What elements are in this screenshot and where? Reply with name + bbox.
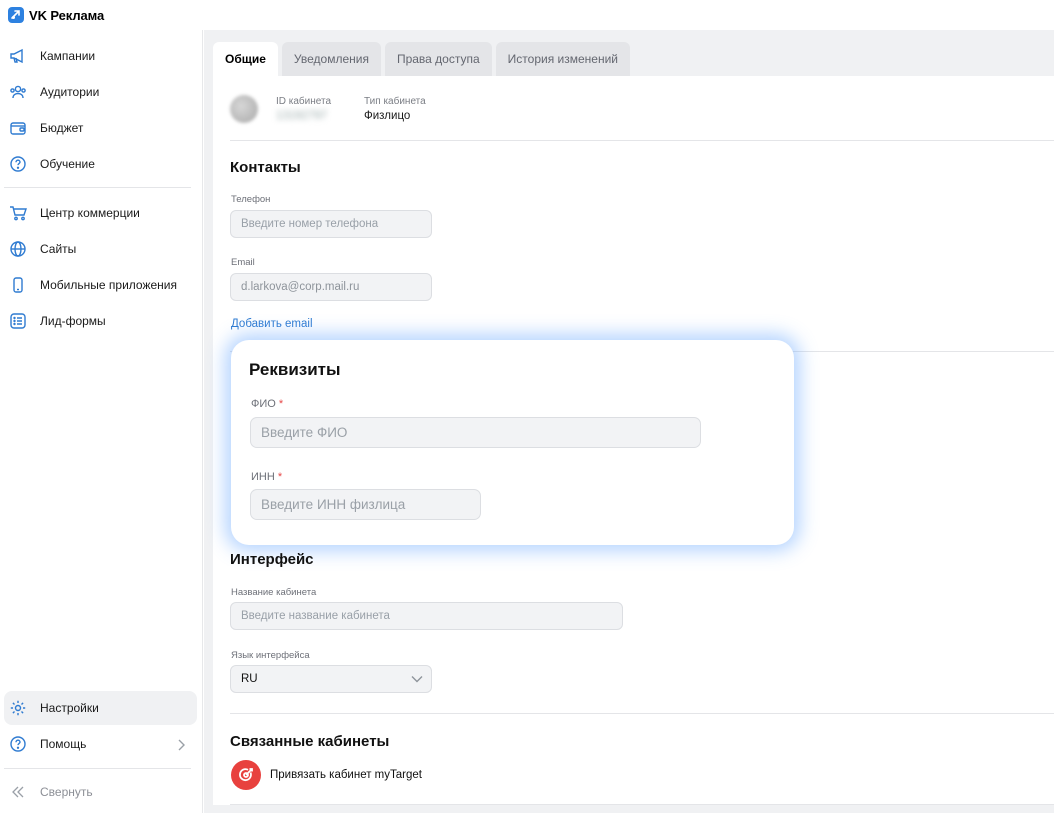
mytarget-icon [231, 760, 261, 790]
sidebar-item-label: Обучение [40, 157, 95, 171]
tab-general[interactable]: Общие [213, 42, 278, 76]
sidebar-item-learning[interactable]: Обучение [4, 147, 197, 181]
sidebar-item-label: Лид-формы [40, 314, 106, 328]
requisites-card: Реквизиты ФИО * Введите ФИО ИНН * Введит… [231, 340, 794, 545]
sidebar-item-label: Мобильные приложения [40, 278, 177, 292]
collapse-label: Свернуть [40, 785, 93, 799]
language-label: Язык интерфейса [231, 650, 310, 661]
sidebar: Кампании Аудитории Бюджет Обучение Центр… [0, 30, 203, 813]
account-type-label: Тип кабинета [364, 96, 426, 107]
settings-tabs: Общие Уведомления Права доступа История … [213, 42, 634, 76]
phone-input[interactable]: Введите номер телефона [230, 210, 432, 238]
question-circle-icon [8, 154, 28, 174]
sidebar-item-budget[interactable]: Бюджет [4, 111, 197, 145]
gear-icon [8, 698, 28, 718]
language-select[interactable]: RU [230, 665, 432, 693]
double-chevron-left-icon [8, 782, 28, 802]
email-field[interactable]: d.larkova@corp.mail.ru [230, 273, 432, 301]
globe-icon [8, 239, 28, 259]
people-icon [8, 82, 28, 102]
fio-label: ФИО * [251, 398, 284, 410]
list-form-icon [8, 311, 28, 331]
sidebar-item-label: Настройки [40, 701, 99, 715]
required-mark: * [277, 471, 283, 483]
sidebar-item-label: Кампании [40, 49, 96, 63]
tab-notifications[interactable]: Уведомления [281, 42, 381, 76]
question-circle-icon [8, 734, 28, 754]
sidebar-item-commerce[interactable]: Центр коммерции [4, 196, 197, 230]
sidebar-item-settings[interactable]: Настройки [4, 691, 197, 725]
cabinet-name-input[interactable]: Введите название кабинета [230, 602, 623, 630]
avatar [230, 95, 258, 123]
divider [230, 140, 1054, 141]
sidebar-item-label: Бюджет [40, 121, 84, 135]
tab-change-history[interactable]: История изменений [495, 42, 630, 76]
cart-icon [8, 203, 28, 223]
add-email-link[interactable]: Добавить email [231, 318, 313, 330]
megaphone-icon [8, 46, 28, 66]
sidebar-item-label: Центр коммерции [40, 206, 140, 220]
inn-input[interactable]: Введите ИНН физлица [250, 489, 481, 520]
sidebar-item-audiences[interactable]: Аудитории [4, 75, 197, 109]
sidebar-item-mobile-apps[interactable]: Мобильные приложения [4, 268, 197, 302]
linked-cabinets-title: Связанные кабинеты [230, 733, 390, 750]
sidebar-item-lead-forms[interactable]: Лид-формы [4, 304, 197, 338]
wallet-icon [8, 118, 28, 138]
email-label: Email [231, 257, 255, 268]
account-id-label: ID кабинета [276, 96, 332, 107]
link-mytarget-button[interactable]: Привязать кабинет myTarget [231, 760, 422, 790]
app-title[interactable]: VK Реклама [29, 8, 104, 23]
contacts-title: Контакты [230, 159, 301, 176]
sidebar-item-label: Помощь [40, 737, 87, 751]
required-mark: * [278, 398, 284, 410]
chevron-right-icon [177, 738, 185, 756]
fio-input[interactable]: Введите ФИО [250, 417, 701, 448]
phone-label: Телефон [231, 194, 271, 205]
inn-label: ИНН * [251, 471, 283, 483]
requisites-title: Реквизиты [249, 360, 341, 379]
language-value: RU [241, 673, 258, 685]
collapse-sidebar-button[interactable]: Свернуть [4, 775, 197, 809]
vk-logo-icon[interactable] [8, 7, 24, 23]
divider [230, 713, 1054, 714]
chevron-down-icon [411, 674, 423, 686]
divider [230, 804, 1054, 805]
sidebar-item-help[interactable]: Помощь [4, 727, 197, 761]
sidebar-divider [4, 768, 191, 769]
sidebar-item-label: Сайты [40, 242, 77, 256]
tab-access-rights[interactable]: Права доступа [384, 42, 492, 76]
cabinet-name-label: Название кабинета [231, 587, 317, 598]
account-type-value: Физлицо [364, 110, 411, 122]
phone-icon [8, 275, 28, 295]
interface-title: Интерфейс [230, 551, 314, 568]
sidebar-item-sites[interactable]: Сайты [4, 232, 197, 266]
sidebar-item-label: Аудитории [40, 85, 100, 99]
sidebar-divider [4, 187, 191, 188]
sidebar-item-campaigns[interactable]: Кампании [4, 39, 197, 73]
top-bar: VK Реклама [0, 0, 1054, 30]
account-id-value: 13192797 [276, 110, 328, 122]
link-mytarget-label: Привязать кабинет myTarget [270, 769, 422, 781]
